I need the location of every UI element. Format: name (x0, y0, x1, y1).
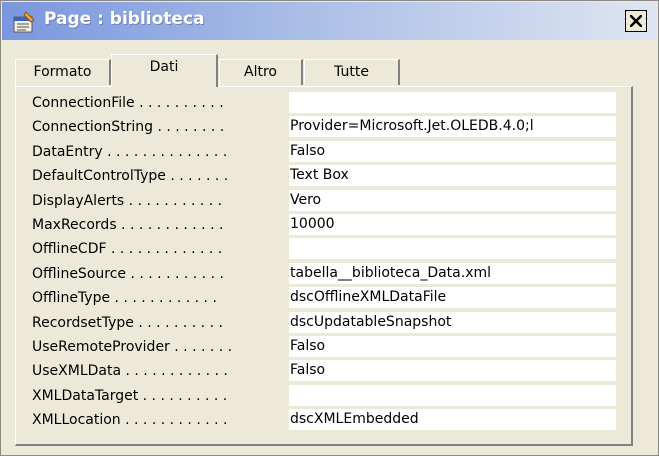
property-value-field[interactable]: Vero (289, 189, 616, 211)
property-grid: ConnectionFile . . . . . . . . . . Conne… (32, 91, 628, 432)
property-name[interactable]: ConnectionString . . . . . . . . (32, 117, 284, 137)
property-row: DisplayAlerts . . . . . . . . . . . Vero (32, 189, 628, 213)
property-name[interactable]: UseXMLData . . . . . . . . . . . . (32, 361, 284, 381)
property-sheet-window: Page : biblioteca Formato Dati Altro Tut… (0, 0, 659, 456)
property-sheet-icon (12, 11, 36, 33)
property-value-field[interactable]: Falso (289, 335, 616, 357)
title-bar[interactable]: Page : biblioteca (2, 2, 657, 40)
property-value-field[interactable]: 10000 (289, 213, 616, 235)
property-row: RecordsetType . . . . . . . . . . dscUpd… (32, 311, 628, 335)
property-value-field[interactable]: tabella__biblioteca_Data.xml (289, 262, 616, 284)
property-row: MaxRecords . . . . . . . . . . . . 10000 (32, 213, 628, 237)
property-row: OfflineSource . . . . . . . . . . . tabe… (32, 262, 628, 286)
property-name[interactable]: OfflineType . . . . . . . . . . . . (32, 288, 284, 308)
close-button[interactable] (625, 10, 647, 32)
property-value-field[interactable]: Falso (289, 360, 616, 382)
property-row: UseRemoteProvider . . . . . . . Falso (32, 335, 628, 359)
tab-dati[interactable]: Dati (111, 54, 218, 87)
close-icon (630, 15, 642, 27)
property-value-field[interactable]: dscUpdatableSnapshot (289, 311, 616, 333)
window-title: Page : biblioteca (44, 9, 205, 29)
property-row: ConnectionString . . . . . . . . Provide… (32, 115, 628, 139)
property-name[interactable]: DisplayAlerts . . . . . . . . . . . (32, 191, 284, 211)
property-value-field[interactable] (289, 384, 616, 406)
property-value-field[interactable]: Provider=Microsoft.Jet.OLEDB.4.0;l (289, 116, 616, 138)
property-name[interactable]: MaxRecords . . . . . . . . . . . . (32, 215, 284, 235)
property-row: OfflineType . . . . . . . . . . . . dscO… (32, 286, 628, 310)
property-name[interactable]: UseRemoteProvider . . . . . . . (32, 337, 284, 357)
property-value-field[interactable]: dscOfflineXMLDataFile (289, 287, 616, 309)
property-name[interactable]: XMLDataTarget . . . . . . . . . . (32, 386, 284, 406)
tab-altro[interactable]: Altro (219, 59, 303, 85)
property-value-field[interactable] (289, 92, 616, 113)
property-row: XMLDataTarget . . . . . . . . . . (32, 384, 628, 408)
property-row: DataEntry . . . . . . . . . . . . . . Fa… (32, 140, 628, 164)
property-name[interactable]: OfflineCDF . . . . . . . . . . . . . (32, 239, 284, 259)
property-row: DefaultControlType . . . . . . . Text Bo… (32, 164, 628, 188)
property-row: OfflineCDF . . . . . . . . . . . . . (32, 237, 628, 261)
property-value-field[interactable]: Falso (289, 140, 616, 162)
property-name[interactable]: OfflineSource . . . . . . . . . . . (32, 264, 284, 284)
property-row: ConnectionFile . . . . . . . . . . (32, 91, 628, 115)
properties-panel: ConnectionFile . . . . . . . . . . Conne… (15, 86, 633, 446)
tab-formato[interactable]: Formato (15, 59, 111, 85)
property-row: UseXMLData . . . . . . . . . . . . Falso (32, 359, 628, 383)
property-name[interactable]: XMLLocation . . . . . . . . . . . . (32, 410, 284, 430)
property-name[interactable]: DefaultControlType . . . . . . . (32, 166, 284, 186)
property-value-field[interactable]: dscXMLEmbedded (289, 409, 616, 431)
property-value-field[interactable]: Text Box (289, 165, 616, 187)
property-name[interactable]: ConnectionFile . . . . . . . . . . (32, 93, 284, 113)
property-value-field[interactable] (289, 238, 616, 260)
tab-tutte[interactable]: Tutte (304, 59, 400, 85)
property-row: XMLLocation . . . . . . . . . . . . dscX… (32, 408, 628, 432)
property-name[interactable]: DataEntry . . . . . . . . . . . . . . (32, 142, 284, 162)
property-name[interactable]: RecordsetType . . . . . . . . . . (32, 313, 284, 333)
